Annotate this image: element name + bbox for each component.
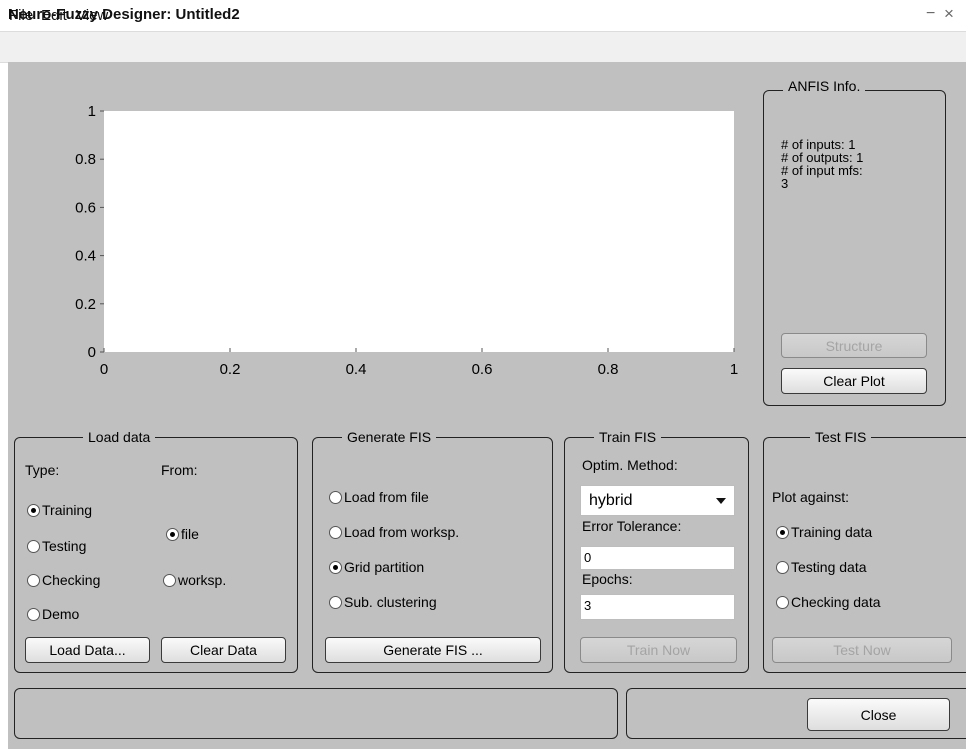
radio-label: Checking data	[791, 594, 881, 610]
radio-from-worksp[interactable]: worksp.	[163, 572, 226, 588]
radio-type-testing[interactable]: Testing	[27, 538, 86, 554]
y-tick-label: 0.2	[75, 296, 96, 313]
close-window-icon[interactable]: ×	[944, 4, 954, 24]
radio-label: file	[181, 526, 199, 542]
radio-unselected-icon[interactable]	[776, 560, 789, 574]
radio-label: Sub. clustering	[344, 594, 437, 610]
x-tick-label: 0.4	[346, 361, 367, 378]
menu-bar	[0, 31, 966, 63]
clear-data-button[interactable]: Clear Data	[161, 637, 286, 663]
x-tick-label: 0.2	[220, 361, 241, 378]
radio-unselected-icon[interactable]	[776, 595, 789, 609]
info-input-mfs-value: 3	[781, 176, 789, 191]
radio-label: Training data	[791, 524, 873, 540]
anfis-info-text: # of inputs: 1 # of outputs: 1 # of inpu…	[781, 138, 863, 190]
train-fis-title: Train FIS	[594, 429, 662, 445]
optim-method-value: hybrid	[589, 491, 633, 509]
minimize-icon[interactable]: −	[926, 5, 935, 23]
load-data-button[interactable]: Load Data...	[25, 637, 150, 663]
radio-label: Training	[42, 502, 93, 518]
radio-label: Testing	[42, 538, 87, 554]
menu-view[interactable]: View	[76, 7, 108, 24]
radio-load-from-worksp[interactable]: Load from worksp.	[329, 524, 459, 540]
generate-fis-button[interactable]: Generate FIS ...	[325, 637, 541, 663]
plot-against-label: Plot against:	[772, 489, 850, 505]
radio-selected-icon[interactable]	[166, 527, 179, 541]
epochs-field[interactable]: 3	[580, 594, 735, 620]
radio-label: Checking	[42, 572, 101, 588]
status-message-box	[14, 688, 618, 739]
load-data-title: Load data	[83, 429, 156, 445]
radio-selected-icon[interactable]	[776, 525, 789, 539]
radio-label: worksp.	[178, 572, 227, 588]
radio-unselected-icon[interactable]	[329, 490, 342, 504]
radio-training-data[interactable]: Training data	[776, 524, 872, 540]
radio-label: Load from file	[344, 489, 429, 505]
menu-edit[interactable]: Edit	[41, 7, 67, 24]
radio-unselected-icon[interactable]	[27, 607, 40, 621]
radio-label: Load from worksp.	[344, 524, 460, 540]
radio-testing-data[interactable]: Testing data	[776, 559, 867, 575]
x-tick-label: 0	[100, 361, 108, 378]
y-tick-label: 0.8	[75, 151, 96, 168]
test-fis-title: Test FIS	[810, 429, 872, 445]
close-button[interactable]: Close	[807, 698, 950, 731]
radio-unselected-icon[interactable]	[329, 525, 342, 539]
radio-checking-data[interactable]: Checking data	[776, 594, 881, 610]
y-tick-label: 0	[88, 344, 96, 361]
clear-plot-button[interactable]: Clear Plot	[781, 368, 927, 394]
type-label: Type:	[25, 462, 60, 478]
test-now-button[interactable]: Test Now	[772, 637, 952, 663]
epochs-label: Epochs:	[582, 571, 633, 587]
anfis-info-title: ANFIS Info.	[783, 78, 866, 94]
x-tick-label: 1	[730, 361, 738, 378]
dropdown-caret-icon	[716, 497, 726, 504]
radio-label: Grid partition	[344, 559, 425, 575]
radio-unselected-icon[interactable]	[163, 573, 176, 587]
radio-type-training[interactable]: Training	[27, 502, 92, 518]
structure-button[interactable]: Structure	[781, 333, 927, 358]
plot-area	[104, 111, 734, 352]
radio-unselected-icon[interactable]	[329, 595, 342, 609]
x-tick-label: 0.6	[472, 361, 493, 378]
error-tolerance-label: Error Tolerance:	[582, 518, 682, 534]
radio-type-checking[interactable]: Checking	[27, 572, 100, 588]
generate-fis-title: Generate FIS	[342, 429, 437, 445]
y-tick-label: 1	[88, 103, 96, 120]
radio-grid-partition[interactable]: Grid partition	[329, 559, 424, 575]
train-now-button[interactable]: Train Now	[580, 637, 737, 663]
radio-label: Demo	[42, 606, 80, 622]
error-tolerance-field[interactable]: 0	[580, 546, 735, 570]
radio-unselected-icon[interactable]	[27, 573, 40, 587]
y-tick-label: 0.6	[75, 199, 96, 216]
from-label: From:	[161, 462, 198, 478]
radio-unselected-icon[interactable]	[27, 539, 40, 553]
radio-selected-icon[interactable]	[27, 503, 40, 517]
optim-method-select[interactable]: hybrid	[580, 485, 735, 516]
menu-file[interactable]: File	[9, 7, 33, 24]
radio-sub-clustering[interactable]: Sub. clustering	[329, 594, 437, 610]
plot-axes: 0 0.2 0.4 0.6 0.8 1 0 0.2 0.4 0.6 0.8 1	[75, 103, 738, 378]
radio-from-file[interactable]: file	[166, 526, 199, 542]
radio-load-from-file[interactable]: Load from file	[329, 489, 429, 505]
optim-method-label: Optim. Method:	[582, 457, 678, 473]
radio-type-demo[interactable]: Demo	[27, 606, 79, 622]
y-tick-label: 0.4	[75, 248, 96, 265]
radio-label: Testing data	[791, 559, 867, 575]
info-input-mfs: # of input mfs:	[781, 163, 863, 178]
radio-selected-icon[interactable]	[329, 560, 342, 574]
x-tick-label: 0.8	[598, 361, 619, 378]
